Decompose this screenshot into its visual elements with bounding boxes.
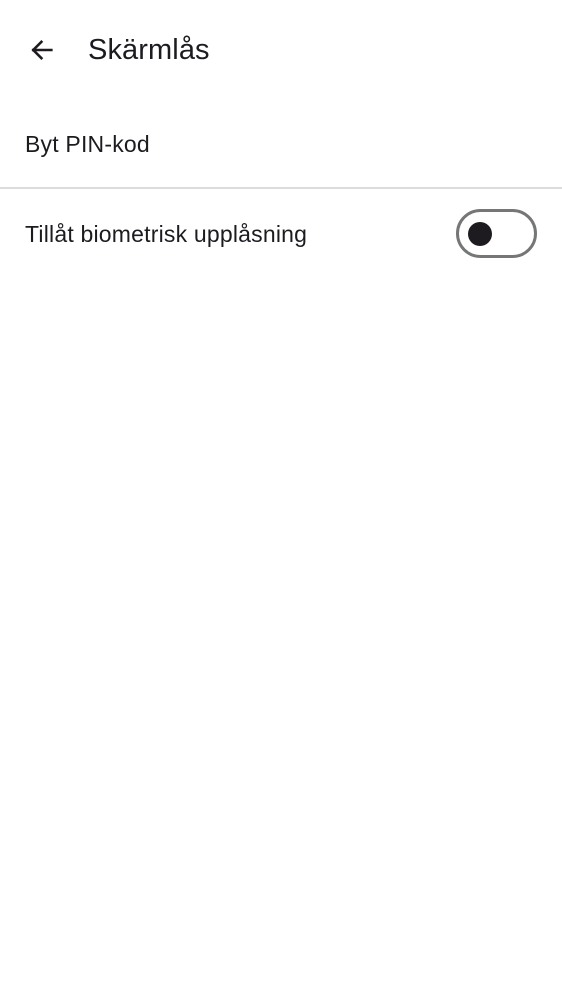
biometric-unlock-label: Tillåt biometrisk upplåsning: [25, 220, 308, 247]
page-title: Skärmlås: [88, 34, 210, 66]
biometric-unlock-toggle[interactable]: [456, 209, 537, 258]
change-pin-item[interactable]: Byt PIN-kod: [0, 100, 562, 187]
settings-list: Byt PIN-kod Tillåt biometrisk upplåsning: [0, 100, 562, 278]
toggle-thumb: [468, 222, 492, 246]
back-button[interactable]: [19, 27, 65, 73]
app-bar: Skärmlås: [0, 0, 562, 100]
biometric-unlock-item[interactable]: Tillåt biometrisk upplåsning: [0, 189, 562, 278]
arrow-back-icon: [31, 40, 53, 60]
change-pin-label: Byt PIN-kod: [25, 130, 150, 157]
